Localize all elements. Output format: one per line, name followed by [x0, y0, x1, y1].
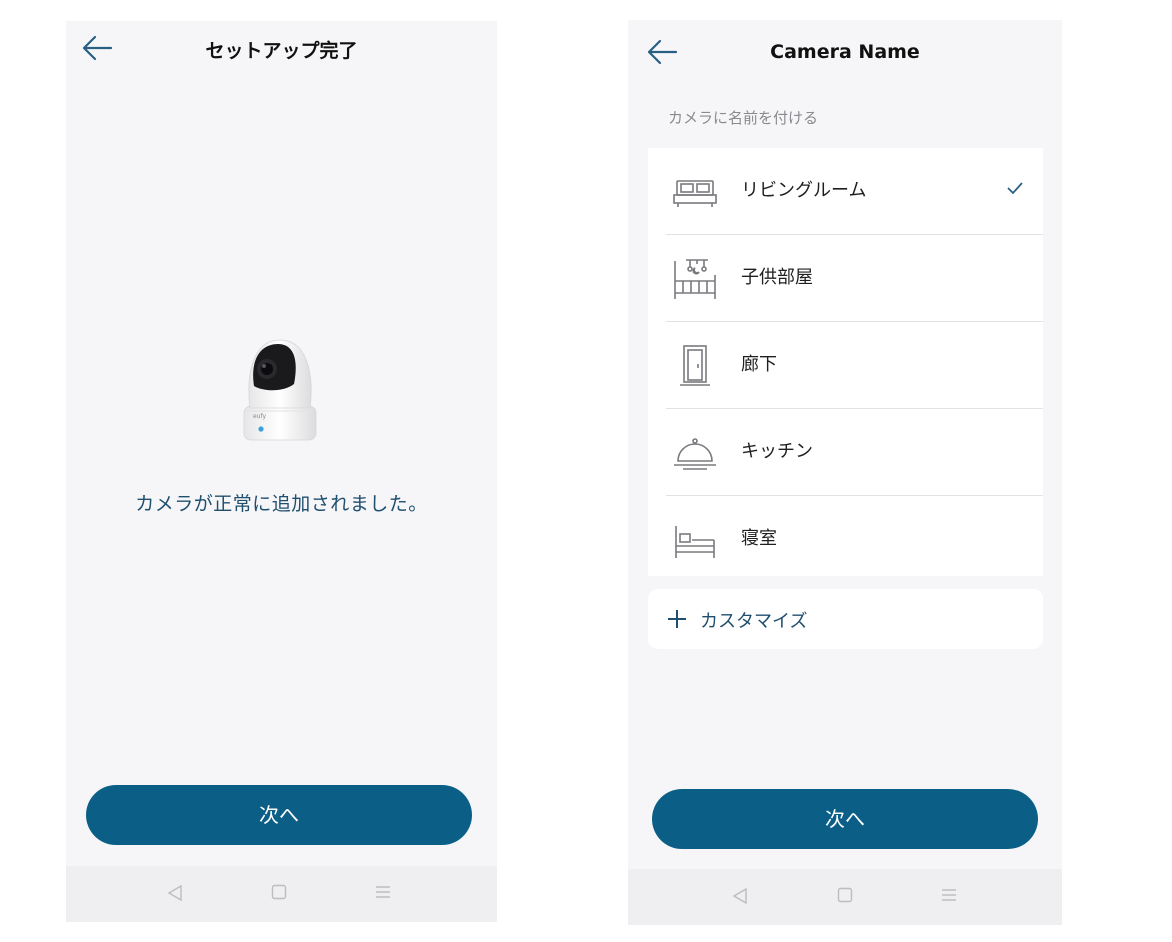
- next-button[interactable]: 次へ: [652, 789, 1038, 849]
- room-option-kids-room[interactable]: 子供部屋: [648, 235, 1043, 322]
- success-message: カメラが正常に追加されました。: [135, 493, 428, 515]
- customize-label: カスタマイズ: [700, 611, 808, 632]
- back-triangle-icon[interactable]: [732, 887, 748, 905]
- room-list: リビングルーム 子供部屋 廊下 キッチン 寝室: [648, 148, 1043, 576]
- page-title: Camera Name: [770, 41, 920, 63]
- checkmark-icon: [1007, 182, 1023, 195]
- room-label: 寝室: [741, 528, 777, 549]
- room-option-bedroom[interactable]: 寝室: [648, 496, 1043, 583]
- room-option-living-room[interactable]: リビングルーム: [648, 148, 1043, 235]
- room-option-kitchen[interactable]: キッチン: [648, 409, 1043, 496]
- room-option-hallway[interactable]: 廊下: [648, 322, 1043, 409]
- room-label: 子供部屋: [741, 267, 813, 288]
- crib-icon: [674, 259, 716, 299]
- system-nav-bar: [628, 869, 1062, 925]
- bed-icon: [675, 526, 715, 558]
- system-nav-bar: [66, 866, 497, 922]
- next-button[interactable]: 次へ: [86, 785, 472, 845]
- room-label: リビングルーム: [741, 180, 867, 201]
- menu-lines-icon[interactable]: [375, 884, 391, 900]
- door-icon: [680, 345, 710, 386]
- home-square-icon[interactable]: [271, 884, 287, 900]
- page-title: セットアップ完了: [205, 40, 358, 62]
- sofa-icon: [673, 180, 717, 207]
- room-label: 廊下: [741, 354, 777, 375]
- back-triangle-icon[interactable]: [167, 884, 183, 902]
- home-square-icon[interactable]: [837, 887, 853, 903]
- section-hint: カメラに名前を付ける: [668, 109, 819, 127]
- camera-name-screen: Camera Name カメラに名前を付ける リビングルーム 子供部屋 廊下 キ…: [628, 20, 1062, 925]
- camera-image: [243, 339, 317, 441]
- menu-lines-icon[interactable]: [941, 887, 957, 903]
- cloche-icon: [674, 438, 716, 470]
- room-label: キッチン: [741, 441, 813, 462]
- plus-icon: [668, 610, 686, 628]
- customize-button[interactable]: カスタマイズ: [648, 589, 1043, 649]
- camera-brand-logo: eufy: [253, 413, 267, 420]
- setup-complete-screen: セットアップ完了 eufy カメラが正常に追加されました。 次へ: [66, 21, 497, 922]
